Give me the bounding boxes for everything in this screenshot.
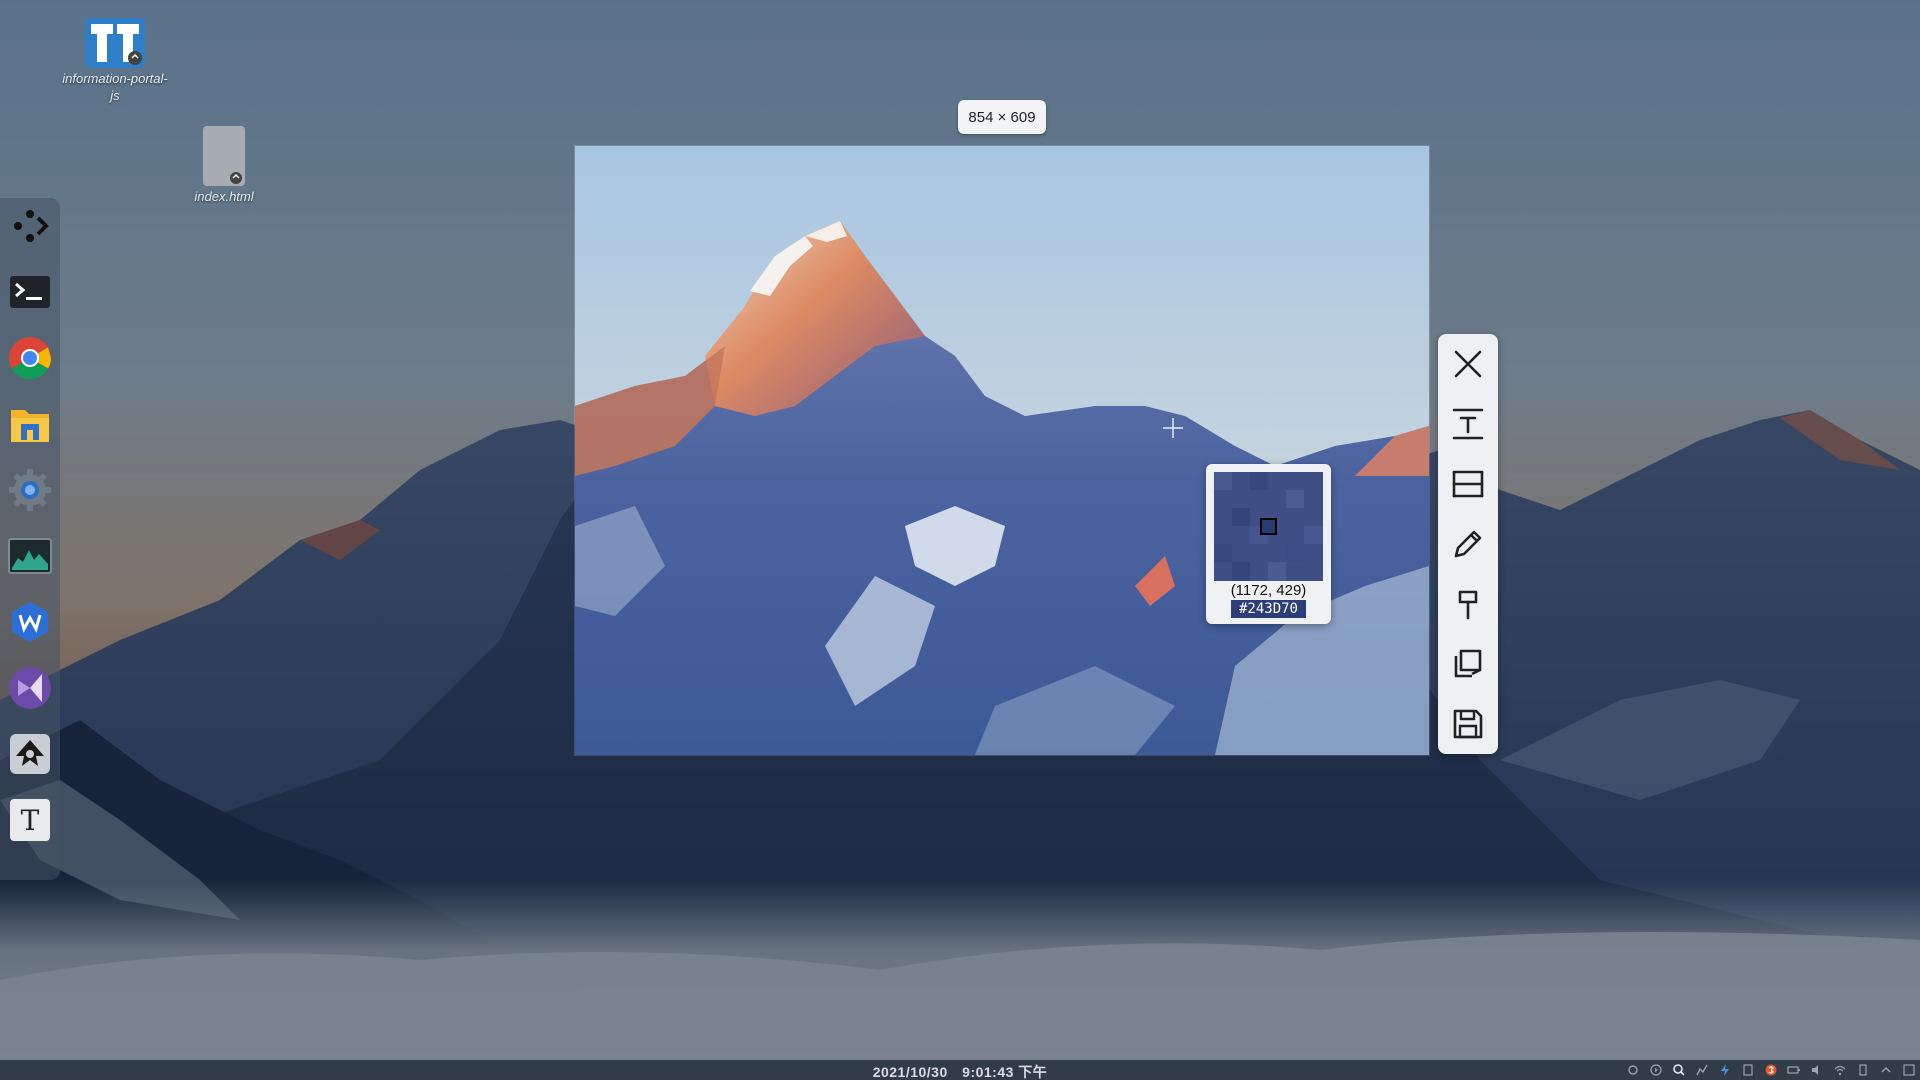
system-tray	[1626, 1063, 1916, 1077]
project-folder-icon	[85, 18, 145, 68]
arrow-up-icon[interactable]	[1879, 1063, 1893, 1077]
crosshair-cursor	[1163, 418, 1183, 438]
clipboard-icon[interactable]	[1741, 1063, 1755, 1077]
dock-item-inkscape[interactable]	[6, 730, 54, 778]
dock-item-settings[interactable]	[6, 466, 54, 514]
dock-item-system-monitor[interactable]	[6, 532, 54, 580]
chrome-icon	[9, 337, 52, 379]
cursor-coordinates: (1172, 429)	[1230, 582, 1307, 599]
close-button[interactable]	[1448, 344, 1488, 384]
sogou-input-icon[interactable]	[1764, 1063, 1778, 1077]
dock-item-file-manager[interactable]	[6, 400, 54, 448]
settings-icon	[9, 469, 51, 511]
save-button[interactable]	[1448, 704, 1488, 744]
clock-time: 9:01:43 下午	[962, 1064, 1048, 1080]
desktop-icon-index-html[interactable]: index.html	[169, 124, 279, 205]
dock-item-wps-writer[interactable]	[6, 598, 54, 646]
battery-icon[interactable]	[1787, 1063, 1801, 1077]
pixel-color-hex: #243D70	[1231, 600, 1306, 618]
desktop-icon-information-portal-js[interactable]: information-portal-js	[60, 14, 170, 104]
dock-item-launcher[interactable]	[6, 202, 54, 250]
wifi-icon[interactable]	[1833, 1063, 1847, 1077]
text-editor-icon: T	[10, 799, 50, 841]
capture-selection[interactable]	[574, 145, 1430, 756]
desktop-icon-label: information-portal-js	[62, 71, 168, 103]
text-recognition-icon	[1452, 408, 1484, 440]
media-icon[interactable]	[1649, 1063, 1663, 1077]
terminal-icon	[10, 276, 50, 308]
color-picker-magnifier: (1172, 429) #243D70	[1206, 464, 1331, 624]
taskbar: 2021/10/30 9:01:43 下午	[0, 1060, 1920, 1080]
dock-item-visual-studio[interactable]	[6, 664, 54, 712]
annotate-button[interactable]	[1448, 524, 1488, 564]
wps-writer-icon	[12, 602, 48, 642]
ocr-text-button[interactable]	[1448, 404, 1488, 444]
launcher-icon	[14, 210, 49, 242]
usb-icon[interactable]	[1856, 1063, 1870, 1077]
selection-size-badge: 854 × 609	[958, 100, 1046, 134]
magnifier-zoom-view	[1214, 472, 1323, 581]
file-manager-icon	[11, 410, 49, 442]
desktop-icon-label: index.html	[194, 189, 254, 204]
dock-item-chrome[interactable]	[6, 334, 54, 382]
visual-studio-icon	[9, 667, 51, 709]
search-icon[interactable]	[1672, 1063, 1686, 1077]
dock: T	[0, 198, 60, 880]
captured-mountain-image	[575, 146, 1429, 755]
pin-icon	[1458, 590, 1478, 620]
pencil-icon	[1454, 530, 1482, 558]
bolt-icon[interactable]	[1718, 1063, 1732, 1077]
system-monitor-icon	[8, 538, 52, 574]
copy-button[interactable]	[1448, 644, 1488, 684]
copy-icon	[1454, 649, 1482, 678]
pin-button[interactable]	[1448, 584, 1488, 624]
screenshot-toolbar	[1438, 334, 1498, 754]
save-icon	[1453, 709, 1483, 739]
network-icon[interactable]	[1626, 1063, 1640, 1077]
notification-icon[interactable]	[1902, 1063, 1916, 1077]
volume-icon[interactable]	[1810, 1063, 1824, 1077]
close-icon	[1454, 350, 1482, 378]
scroll-capture-icon	[1452, 470, 1484, 498]
clock-date: 2021/10/30	[872, 1064, 948, 1080]
dock-item-text-editor[interactable]: T	[6, 796, 54, 844]
scroll-capture-button[interactable]	[1448, 464, 1488, 504]
dock-item-terminal[interactable]	[6, 268, 54, 316]
html-file-icon	[203, 126, 245, 186]
inkscape-icon	[10, 734, 50, 774]
chart-icon[interactable]	[1695, 1063, 1709, 1077]
